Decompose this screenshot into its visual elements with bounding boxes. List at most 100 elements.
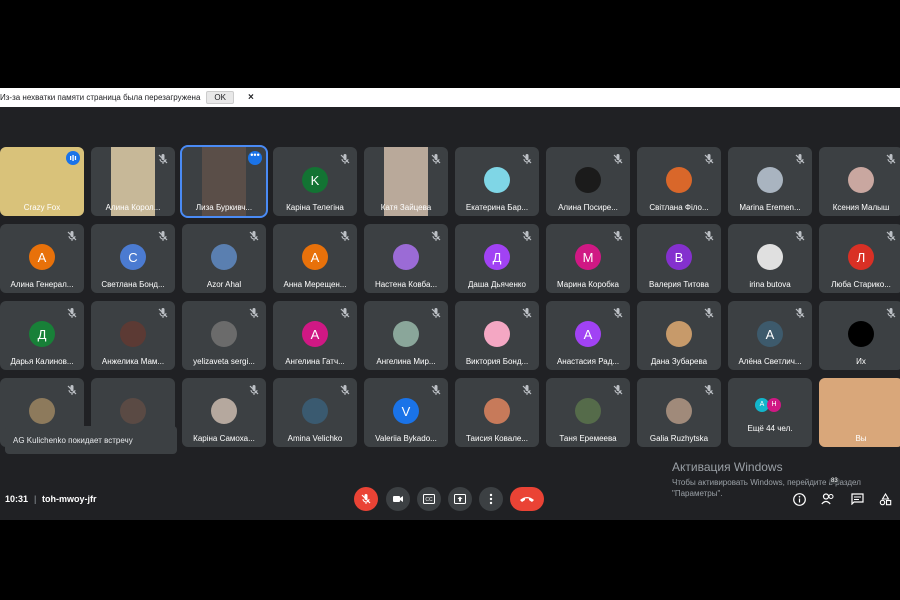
participant-avatar-letter: Д [484, 244, 510, 270]
mic-off-icon [703, 306, 715, 318]
participant-avatar-letter: С [120, 244, 146, 270]
mic-off-icon [612, 383, 624, 395]
meeting-info-button[interactable] [791, 491, 807, 507]
participant-tile[interactable]: Анжелика Мам... [91, 301, 175, 370]
captions-button[interactable]: CC [417, 487, 441, 511]
participant-tile[interactable]: Marina Eremen... [728, 147, 812, 216]
participant-name: Даша Дьяченко [468, 280, 526, 289]
chat-icon [850, 493, 864, 505]
participant-tile[interactable]: Ксения Малыш [819, 147, 900, 216]
participant-avatar-letter: А [302, 321, 328, 347]
mic-off-icon [430, 229, 442, 241]
participant-tile[interactable]: А Алёна Светлич... [728, 301, 812, 370]
participant-tile[interactable]: Таня Еремеева [546, 378, 630, 447]
participant-tile[interactable]: irina butova [728, 224, 812, 293]
mic-off-icon [794, 229, 806, 241]
mic-off-icon [612, 229, 624, 241]
mic-off-icon [339, 229, 351, 241]
participant-avatar-photo [120, 398, 146, 424]
activation-title: Активация Windows [672, 460, 783, 474]
meeting-time: 10:31 [5, 494, 29, 504]
participant-name: Ангелина Гатч... [285, 357, 345, 366]
participant-tile[interactable]: Galia Ruzhytska [637, 378, 721, 447]
participant-tile[interactable]: А Ангелина Гатч... [273, 301, 357, 370]
participant-tile[interactable]: Вы [819, 378, 900, 447]
participant-avatar-letter: А [575, 321, 601, 347]
participant-tile[interactable]: Ангелина Мир... [364, 301, 448, 370]
participant-tile[interactable]: K Каріна Телегіна [273, 147, 357, 216]
participant-tile[interactable]: Azor Ahal [182, 224, 266, 293]
participant-name: Каріна Самоха... [193, 434, 255, 443]
participant-name: Marina Eremen... [739, 203, 801, 212]
mic-off-icon [794, 152, 806, 164]
present-icon [454, 494, 466, 504]
participant-tile[interactable]: Алина Корол... [91, 147, 175, 216]
participant-name: Каріна Телегіна [286, 203, 344, 212]
mic-off-icon [430, 152, 442, 164]
participant-tile[interactable]: Таисия Ковале... [455, 378, 539, 447]
participant-name: yelizaveta sergi... [193, 357, 255, 366]
mic-off-icon [339, 306, 351, 318]
participant-tile[interactable]: Світлана Філо... [637, 147, 721, 216]
participant-tile[interactable]: Алина Посире... [546, 147, 630, 216]
participant-tile[interactable]: А Анна Мерещен... [273, 224, 357, 293]
participant-avatar-letter: V [393, 398, 419, 424]
participant-tile[interactable]: М Марина Коробка [546, 224, 630, 293]
participant-name: Алина Посире... [558, 203, 618, 212]
participant-tile[interactable]: Катя Зайцева [364, 147, 448, 216]
people-button[interactable] [820, 491, 836, 507]
participant-tile[interactable]: Екатерина Бар... [455, 147, 539, 216]
participant-tile[interactable]: Л Люба Старико... [819, 224, 900, 293]
participant-name: Дарья Калинов... [10, 357, 74, 366]
mic-off-icon [612, 152, 624, 164]
participant-tile[interactable]: Каріна Самоха... [182, 378, 266, 447]
participant-avatar-photo [666, 398, 692, 424]
participant-tile[interactable]: Настена Ковба... [364, 224, 448, 293]
participant-tile[interactable]: Виктория Бонд... [455, 301, 539, 370]
participant-tile[interactable]: Amina Velichko [273, 378, 357, 447]
participant-tile[interactable]: V Valeriia Bykado... [364, 378, 448, 447]
chat-button[interactable] [849, 491, 865, 507]
leave-call-button[interactable] [510, 487, 544, 511]
participant-tile[interactable]: Дана Зубарева [637, 301, 721, 370]
notice-ok-button[interactable]: OK [206, 91, 234, 104]
info-icon [792, 492, 806, 506]
participant-tile[interactable]: Д Дарья Калинов... [0, 301, 84, 370]
mic-off-icon [612, 306, 624, 318]
participant-avatar-photo [393, 321, 419, 347]
mic-toggle-button[interactable] [354, 487, 378, 511]
participant-avatar-photo [848, 167, 874, 193]
participant-tile[interactable]: Их [819, 301, 900, 370]
people-icon [821, 493, 834, 505]
participant-tile[interactable]: ••• Лиза Буркивч... [180, 145, 268, 218]
participant-tile[interactable]: A H Ещё 44 чел. [728, 378, 812, 447]
camera-toggle-button[interactable] [386, 487, 410, 511]
tile-more-options-icon[interactable]: ••• [248, 151, 262, 165]
mic-off-icon [361, 494, 371, 504]
participant-tile[interactable]: yelizaveta sergi... [182, 301, 266, 370]
participant-tile[interactable]: С Светлана Бонд... [91, 224, 175, 293]
mic-off-icon [521, 152, 533, 164]
activities-button[interactable] [877, 491, 893, 507]
participant-avatar-photo [575, 398, 601, 424]
separator: | [34, 494, 37, 504]
participant-tile[interactable]: Crazy Fox [0, 147, 84, 216]
participant-tile[interactable]: А Анастасия Рад... [546, 301, 630, 370]
meeting-code: toh-mwoy-jfr [42, 494, 97, 504]
more-options-button[interactable] [479, 487, 503, 511]
leave-toast: AG Kulichenko покидает встречу [5, 426, 177, 454]
participant-avatar-photo [211, 398, 237, 424]
bottom-bar: 10:31 | toh-mwoy-jfr CC [0, 482, 900, 518]
participant-tile[interactable]: А Алина Генерал... [0, 224, 84, 293]
participant-name: Настена Ковба... [374, 280, 438, 289]
participant-name: Виктория Бонд... [465, 357, 529, 366]
more-participants-avatars: AH [755, 393, 781, 412]
participant-avatar-photo [848, 321, 874, 347]
mic-off-icon [66, 383, 78, 395]
participant-name: Алёна Светлич... [738, 357, 802, 366]
participant-tile[interactable]: В Валерия Титова [637, 224, 721, 293]
participant-tile[interactable]: Д Даша Дьяченко [455, 224, 539, 293]
present-screen-button[interactable] [448, 487, 472, 511]
notice-close-icon[interactable]: × [248, 92, 254, 103]
participant-avatar-letter: А [757, 321, 783, 347]
